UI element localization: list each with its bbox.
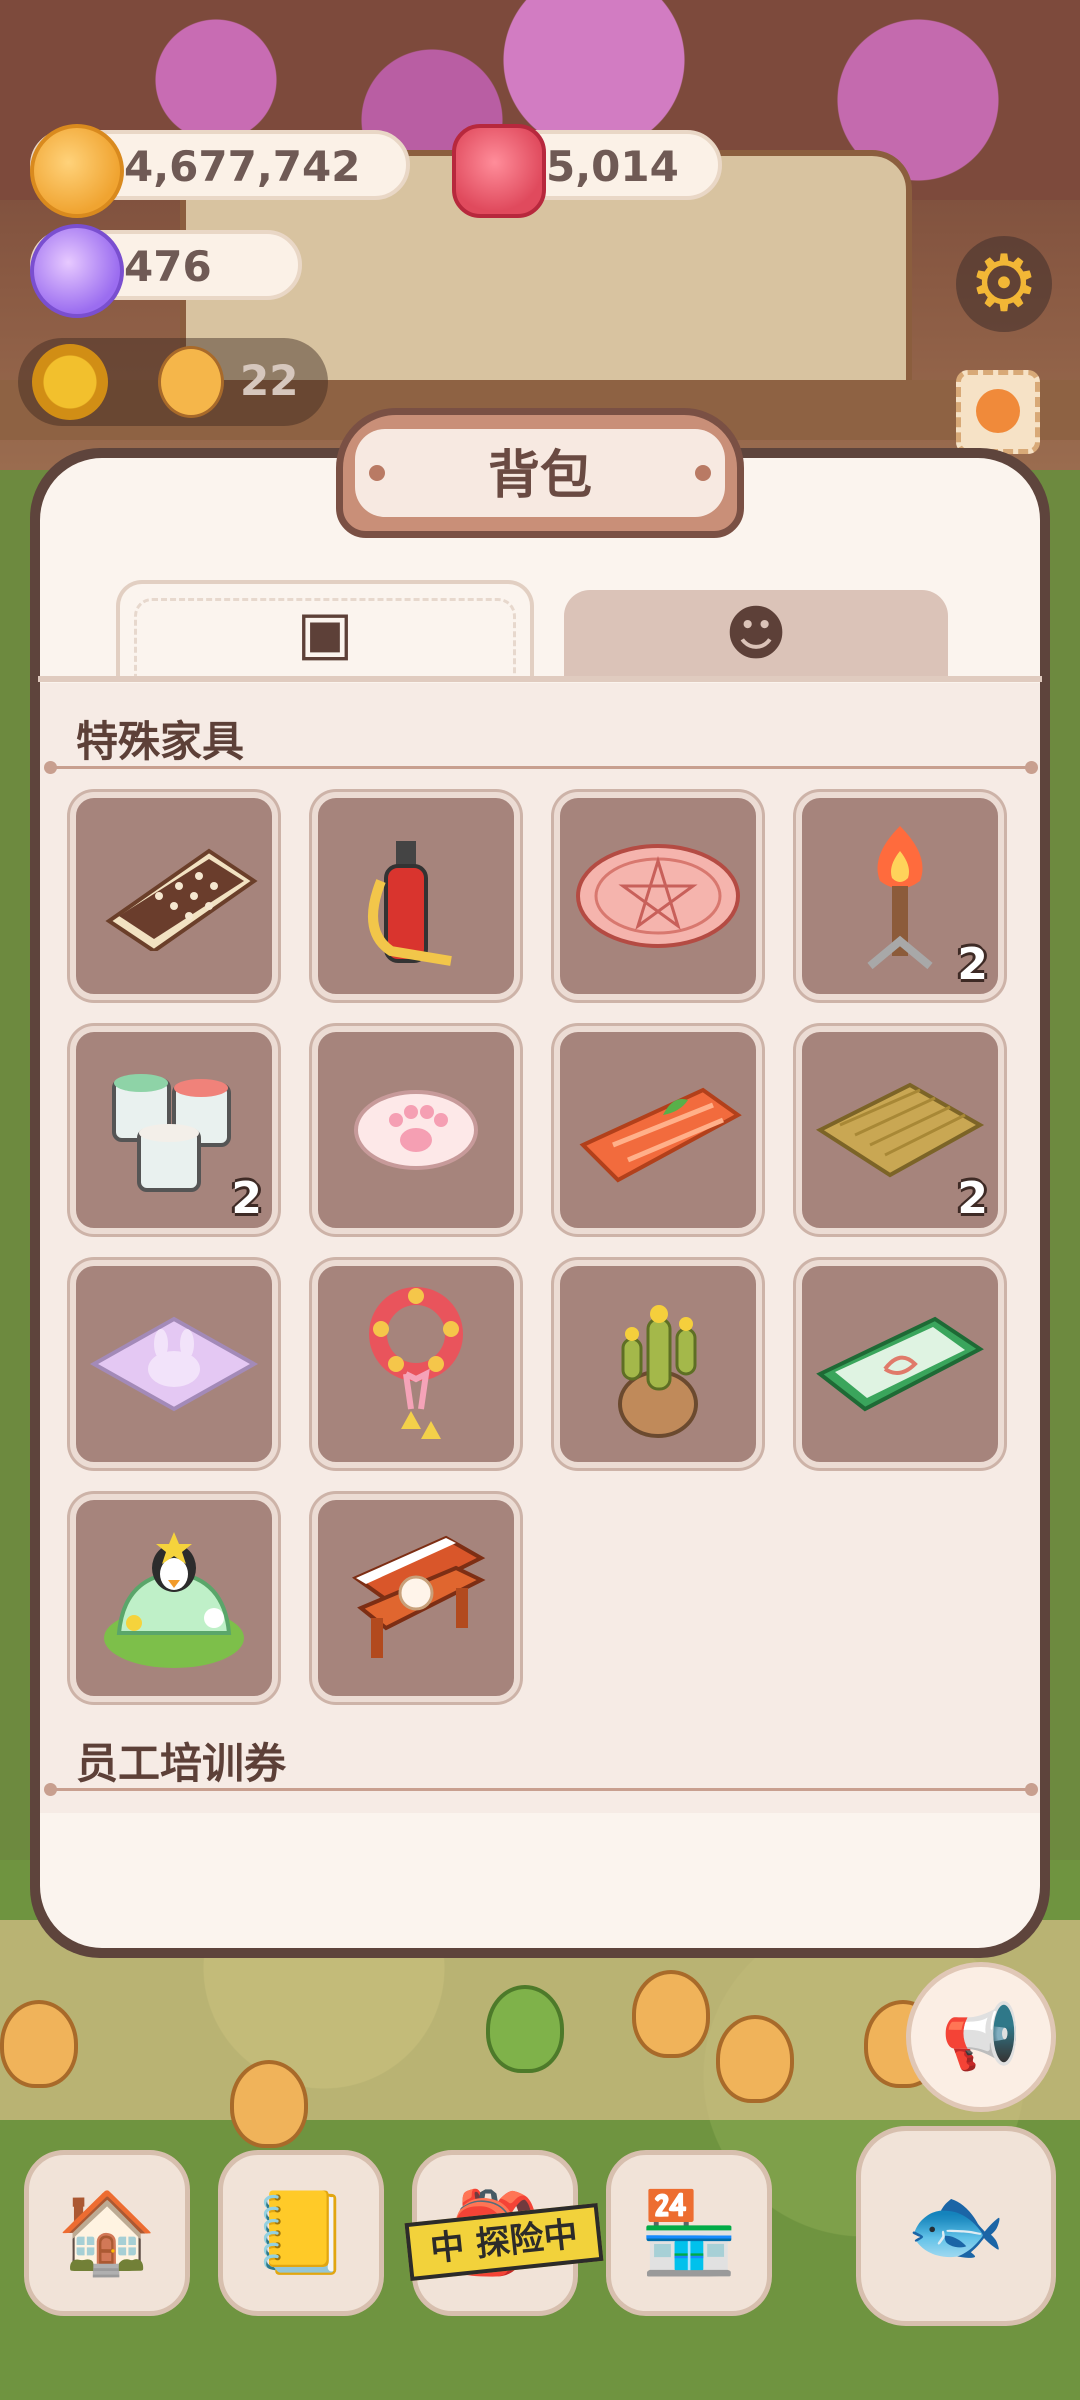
item-green-rug[interactable] xyxy=(796,1260,1004,1468)
bunny-rug-icon xyxy=(89,1316,259,1412)
item-flower-wreath[interactable] xyxy=(312,1260,520,1468)
chef-cat-icon: ☻ xyxy=(724,599,788,669)
tab-divider xyxy=(38,676,1042,682)
torch-icon xyxy=(867,826,933,970)
coin-counter[interactable]: 4,677,742 xyxy=(30,124,410,218)
backpack-title-plaque: 背包 xyxy=(336,408,744,538)
section-title-special-furniture: 特殊家具 xyxy=(76,717,245,766)
npc-character[interactable] xyxy=(716,2015,794,2103)
npc-character[interactable] xyxy=(486,1985,564,2073)
item-count: 2 xyxy=(957,939,988,990)
gem-value: 476 xyxy=(124,242,212,291)
item-bunny-rug[interactable] xyxy=(70,1260,278,1468)
flower-wreath-icon xyxy=(369,1287,463,1439)
mushroom-house-icon: 🏠 xyxy=(57,2186,157,2279)
gear-icon[interactable]: ⚙ xyxy=(956,236,1052,332)
gem-icon xyxy=(30,224,124,318)
biscuit-rug-icon xyxy=(105,848,258,951)
item-paint-buckets[interactable]: 2 xyxy=(70,1026,278,1234)
nav-explore-button[interactable]: 🎒 中 探险中 xyxy=(404,2150,604,2316)
staff-count: 22 xyxy=(240,356,299,405)
gem-counter[interactable]: 476 xyxy=(30,224,302,318)
staff-counter[interactable]: 22 xyxy=(18,338,328,426)
coin-value: 4,677,742 xyxy=(124,142,361,191)
coin-icon xyxy=(30,124,124,218)
item-penguin-jelly-cake[interactable] xyxy=(70,1494,278,1702)
paint-buckets-icon xyxy=(112,1074,231,1192)
snowy-bench-icon xyxy=(351,1535,486,1658)
pentagram-rug-icon xyxy=(576,844,740,948)
candle-icon xyxy=(452,124,546,218)
notebook-icon: 📒 xyxy=(251,2186,351,2279)
item-fire-extinguisher[interactable] xyxy=(312,792,520,1000)
npc-character[interactable] xyxy=(632,1970,710,2058)
shop-icon: 🏪 xyxy=(639,2186,739,2279)
fire-extinguisher-icon xyxy=(368,841,452,966)
item-pentagram-rug[interactable] xyxy=(554,792,762,1000)
item-salmon-cushion[interactable] xyxy=(554,1026,762,1234)
item-chocolate-biscuit-rug[interactable] xyxy=(70,792,278,1000)
salmon-cushion-icon xyxy=(579,1087,742,1183)
item-count: 2 xyxy=(231,1173,262,1224)
section-title-staff-training: 员工培训券 xyxy=(76,1739,287,1788)
bamboo-mat-icon xyxy=(815,1082,985,1178)
item-cactus-pot[interactable] xyxy=(554,1260,762,1468)
item-torch[interactable]: 2 xyxy=(796,792,1004,1000)
item-snowy-bench[interactable] xyxy=(312,1494,520,1702)
explore-status-label: 中 探险中 xyxy=(404,2203,604,2281)
paw-rug-icon xyxy=(354,1090,478,1170)
tab-furniture[interactable]: ▣ xyxy=(116,580,534,682)
sunflower-icon xyxy=(32,344,108,420)
stamp-icon[interactable] xyxy=(956,370,1040,454)
fish-clock-icon: 🐟 xyxy=(906,2179,1006,2272)
nav-home-button[interactable]: 🏠 xyxy=(24,2150,190,2316)
npc-character[interactable] xyxy=(0,2000,78,2088)
nav-notebook-button[interactable]: 📒 xyxy=(218,2150,384,2316)
section-divider xyxy=(44,761,1038,774)
npc-character[interactable] xyxy=(230,2060,308,2148)
item-bamboo-mat[interactable]: 2 xyxy=(796,1026,1004,1234)
staff-face-icon xyxy=(158,346,224,418)
green-rug-icon xyxy=(816,1316,984,1412)
jelly-cake-icon xyxy=(104,1532,244,1668)
section-divider xyxy=(44,1783,1038,1796)
cactus-pot-icon xyxy=(618,1305,698,1438)
nav-fish-clock-button[interactable]: 🐟 xyxy=(856,2126,1056,2326)
tab-staff[interactable]: ☻ xyxy=(564,590,948,678)
megaphone-icon: 📢 xyxy=(941,2000,1021,2075)
candle-value: 5,014 xyxy=(546,142,679,191)
notice-button[interactable]: 📢 xyxy=(906,1962,1056,2112)
furniture-box-icon: ▣ xyxy=(296,598,354,668)
nav-shop-button[interactable]: 🏪 xyxy=(606,2150,772,2316)
backpack-title: 背包 xyxy=(487,446,592,506)
item-paw-print-rug[interactable] xyxy=(312,1026,520,1234)
item-count: 2 xyxy=(957,1173,988,1224)
candle-counter[interactable]: 5,014 xyxy=(452,124,722,218)
